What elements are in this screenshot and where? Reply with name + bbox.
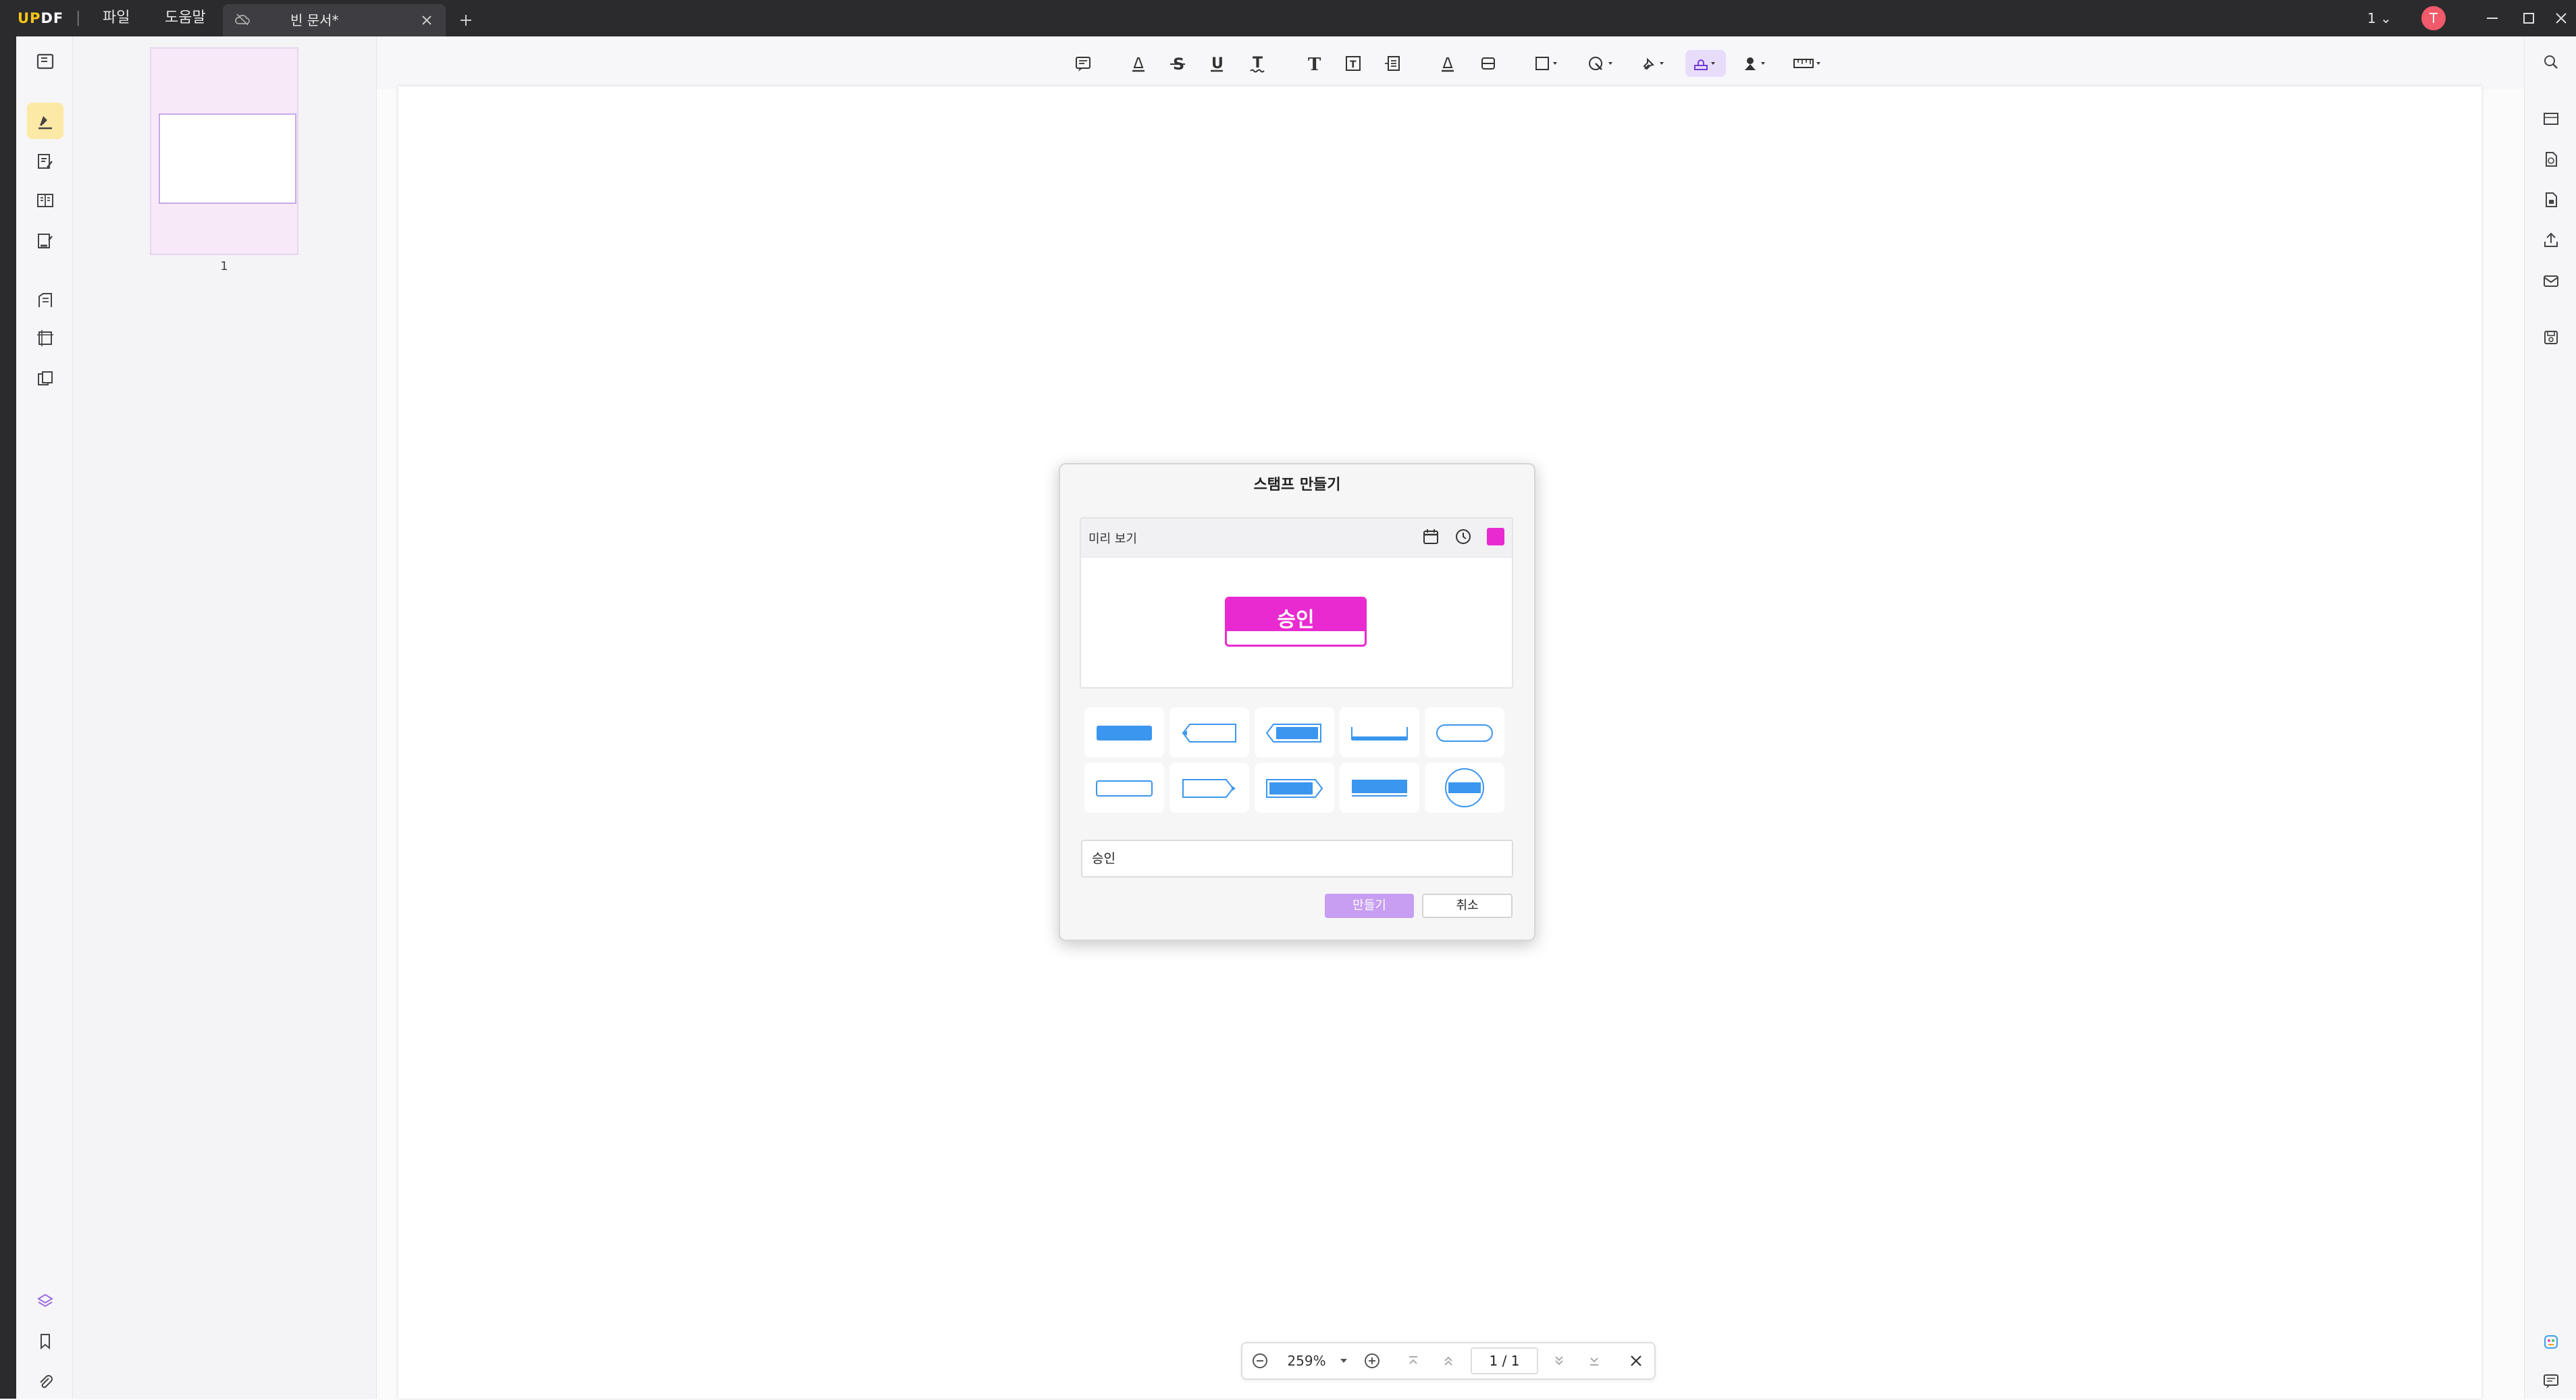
svg-text:T: T xyxy=(1350,59,1357,70)
layers-icon[interactable] xyxy=(27,1283,63,1319)
svg-text:T: T xyxy=(1253,55,1263,72)
svg-text:T: T xyxy=(1308,55,1321,73)
clock-icon[interactable] xyxy=(1453,527,1473,547)
attachment-icon[interactable] xyxy=(27,1364,63,1400)
ocr-icon[interactable] xyxy=(2538,105,2565,132)
signature-pen-dropdown-icon[interactable] xyxy=(1735,50,1776,77)
zoom-in-icon[interactable] xyxy=(1360,1347,1384,1374)
thumbnail-page-number: 1 xyxy=(220,259,228,273)
share-icon[interactable] xyxy=(2538,227,2565,254)
zoom-level[interactable]: 259% xyxy=(1282,1347,1332,1374)
pencil-icon[interactable] xyxy=(1434,50,1461,77)
circle-seal-shape-icon[interactable] xyxy=(1425,763,1504,813)
last-page-icon[interactable] xyxy=(1583,1347,1606,1374)
thumbnail-viewport xyxy=(159,113,296,204)
protect-icon[interactable] xyxy=(27,282,63,319)
preview-label: 미리 보기 xyxy=(1088,532,1137,546)
strikethrough-icon[interactable]: S xyxy=(1164,50,1191,77)
app-logo: UPDF xyxy=(18,10,64,26)
pin-dropdown-icon[interactable] xyxy=(1634,50,1675,77)
organize-pages-icon[interactable] xyxy=(27,182,63,219)
stamp-color-swatch[interactable] xyxy=(1487,528,1504,545)
fill-sign-icon[interactable] xyxy=(27,223,63,259)
email-icon[interactable] xyxy=(2538,267,2565,294)
zoom-out-icon[interactable] xyxy=(1248,1347,1272,1374)
menu-divider: | xyxy=(76,9,81,26)
calendar-icon[interactable] xyxy=(1421,527,1441,547)
avatar[interactable]: T xyxy=(2421,6,2446,30)
comment-mode-icon[interactable] xyxy=(27,103,63,139)
crop-pages-icon[interactable] xyxy=(27,320,63,356)
cloud-off-icon xyxy=(234,11,251,28)
stamp-dropdown-icon[interactable] xyxy=(1685,50,1726,77)
comments-panel-icon[interactable] xyxy=(2538,1368,2565,1395)
tab-close-icon[interactable] xyxy=(419,12,435,28)
highlight-icon[interactable] xyxy=(1125,50,1152,77)
first-page-icon[interactable] xyxy=(1402,1347,1425,1374)
right-arrow-filled-shape-icon[interactable] xyxy=(1255,763,1334,813)
underline-shape-icon[interactable] xyxy=(1340,707,1419,757)
preview-header xyxy=(1081,518,1512,558)
rounded-outline-shape-icon[interactable] xyxy=(1425,707,1504,757)
left-edge-strip xyxy=(0,36,16,1399)
text-icon[interactable]: T xyxy=(1300,50,1328,77)
dialog-title: 스탬프 만들기 xyxy=(1253,477,1341,493)
edit-pdf-icon[interactable] xyxy=(27,143,63,180)
cancel-button[interactable]: 취소 xyxy=(1422,894,1513,918)
version-selector[interactable]: 1 ⌄ xyxy=(2367,0,2392,36)
menu-file[interactable]: 파일 xyxy=(103,0,130,36)
squiggly-underline-icon[interactable]: T xyxy=(1244,50,1271,77)
next-page-icon[interactable] xyxy=(1548,1347,1571,1374)
menu-help[interactable]: 도움말 xyxy=(165,0,206,36)
bookmark-icon[interactable] xyxy=(27,1323,63,1359)
svg-text:U: U xyxy=(1211,55,1224,72)
shape-dropdown-icon[interactable] xyxy=(1529,50,1567,77)
zoom-dropdown-icon[interactable] xyxy=(1336,1347,1352,1374)
stamp-preview: 승인 xyxy=(1225,597,1367,647)
signature-dropdown-icon[interactable] xyxy=(1581,50,1622,77)
measure-dropdown-icon[interactable] xyxy=(1788,50,1829,77)
close-pagebar-icon[interactable] xyxy=(1625,1347,1648,1374)
text-callout-icon[interactable] xyxy=(1379,50,1406,77)
new-tab-icon[interactable] xyxy=(456,11,475,30)
underline-icon[interactable]: U xyxy=(1203,50,1230,77)
compare-icon[interactable] xyxy=(27,360,63,397)
stamp-preview-text: 승인 xyxy=(1277,608,1315,632)
search-icon[interactable] xyxy=(2538,49,2565,76)
right-arrow-outline-shape-icon[interactable] xyxy=(1169,763,1249,813)
protect-document-icon[interactable] xyxy=(2538,186,2565,213)
reader-mode-icon[interactable] xyxy=(27,43,63,80)
sticky-note-icon[interactable] xyxy=(1070,50,1097,77)
maximize-icon[interactable] xyxy=(2511,0,2547,36)
solid-banner-shape-icon[interactable] xyxy=(1340,763,1419,813)
minimize-icon[interactable] xyxy=(2474,0,2511,36)
text-box-icon[interactable]: T xyxy=(1340,50,1367,77)
thin-outline-shape-icon[interactable] xyxy=(1084,763,1164,813)
solid-rect-shape-icon[interactable] xyxy=(1084,707,1164,757)
ai-assistant-icon[interactable] xyxy=(2538,1328,2565,1355)
previous-page-icon[interactable] xyxy=(1437,1347,1460,1374)
save-icon[interactable] xyxy=(2538,324,2565,351)
stamp-text-input[interactable]: 승인 xyxy=(1081,840,1513,878)
create-button[interactable]: 만들기 xyxy=(1325,894,1414,918)
close-window-icon[interactable] xyxy=(2546,0,2576,36)
convert-icon[interactable] xyxy=(2538,146,2565,173)
left-arrow-outline-shape-icon[interactable] xyxy=(1169,707,1249,757)
eraser-icon[interactable] xyxy=(1475,50,1502,77)
tab-title: 빈 문서* xyxy=(290,12,339,28)
page-number-input[interactable]: 1 / 1 xyxy=(1471,1347,1538,1374)
left-arrow-filled-shape-icon[interactable] xyxy=(1255,707,1334,757)
